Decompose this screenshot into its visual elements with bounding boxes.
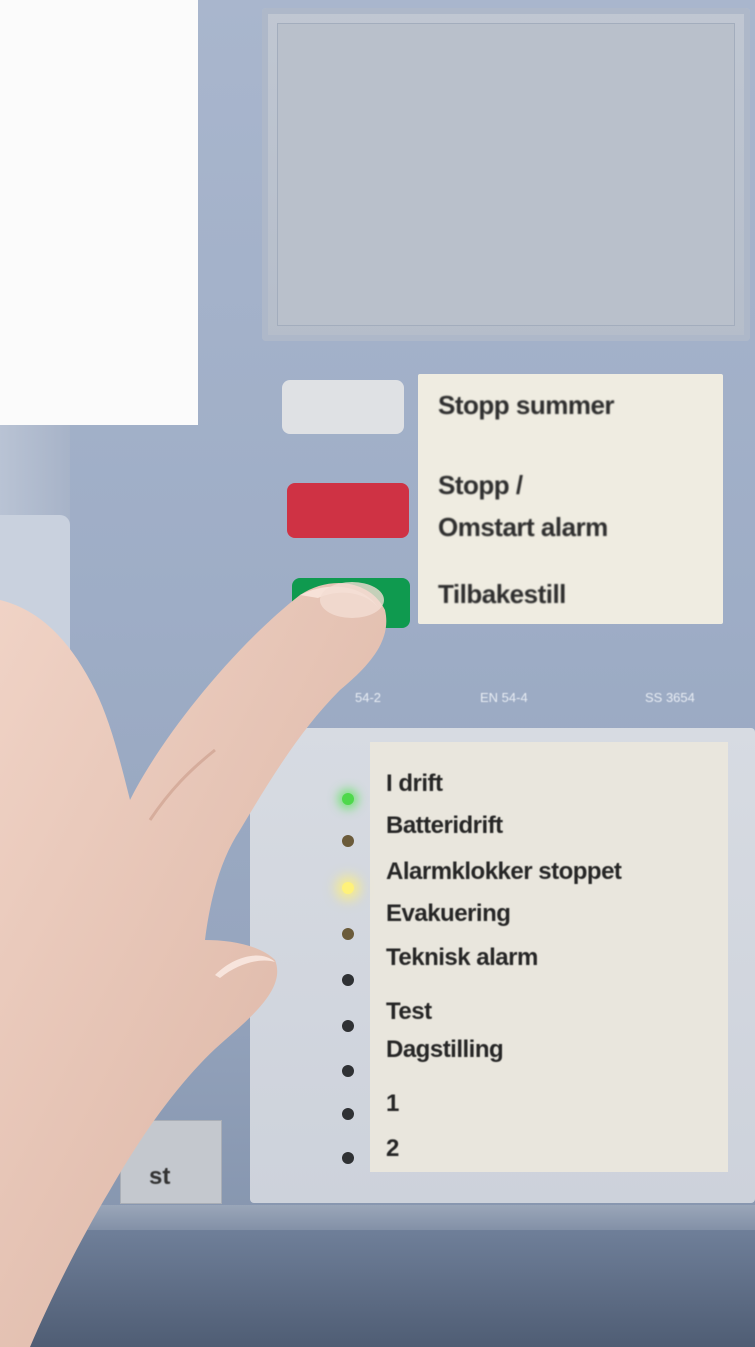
indicator-label: Alarmklokker stoppet: [386, 858, 622, 885]
left-side-key[interactable]: [0, 515, 70, 665]
norm-label: 54-2: [355, 690, 382, 705]
button-label-card: Stopp summer Stopp / Omstart alarm Tilba…: [418, 374, 723, 624]
indicator-led: [342, 882, 354, 894]
indicator-led: [342, 1065, 354, 1077]
indicator-led: [342, 835, 354, 847]
indicator-label: Test: [386, 998, 432, 1025]
stop-restart-label-line2: Omstart alarm: [438, 512, 608, 542]
norm-label: SS 3654: [645, 690, 695, 705]
stop-buzzer-label: Stopp summer: [438, 390, 615, 420]
indicator-label: 1: [386, 1090, 399, 1117]
bottom-key-label: st: [149, 1163, 171, 1190]
reset-button[interactable]: [292, 578, 410, 628]
stop-restart-alarm-button[interactable]: [287, 483, 409, 538]
indicator-label: Evakuering: [386, 900, 511, 927]
reset-label: Tilbakestill: [438, 579, 566, 609]
norm-label: EN 54-4: [480, 690, 528, 705]
display-screen: [277, 23, 735, 326]
indicator-label: Teknisk alarm: [386, 944, 538, 971]
indicator-label: Dagstilling: [386, 1036, 504, 1063]
indicator-led: [342, 1020, 354, 1032]
fire-alarm-panel: Stopp summer Stopp / Omstart alarm Tilba…: [0, 0, 755, 1347]
indicator-led: [342, 1108, 354, 1120]
indicator-led: [342, 793, 354, 805]
panel-display: [262, 8, 750, 341]
stop-restart-label-line1: Stopp /: [438, 470, 523, 500]
panel-base: [0, 1230, 755, 1347]
indicator-led: [342, 974, 354, 986]
stop-buzzer-button[interactable]: [282, 380, 404, 434]
indicator-led: [342, 928, 354, 940]
indicator-label: I drift: [386, 770, 443, 797]
indicator-label: 2: [386, 1135, 399, 1162]
indicator-led: [342, 1152, 354, 1164]
indicator-label: Batteridrift: [386, 812, 503, 839]
white-side-panel: [0, 0, 198, 425]
bottom-key[interactable]: st: [120, 1120, 222, 1204]
